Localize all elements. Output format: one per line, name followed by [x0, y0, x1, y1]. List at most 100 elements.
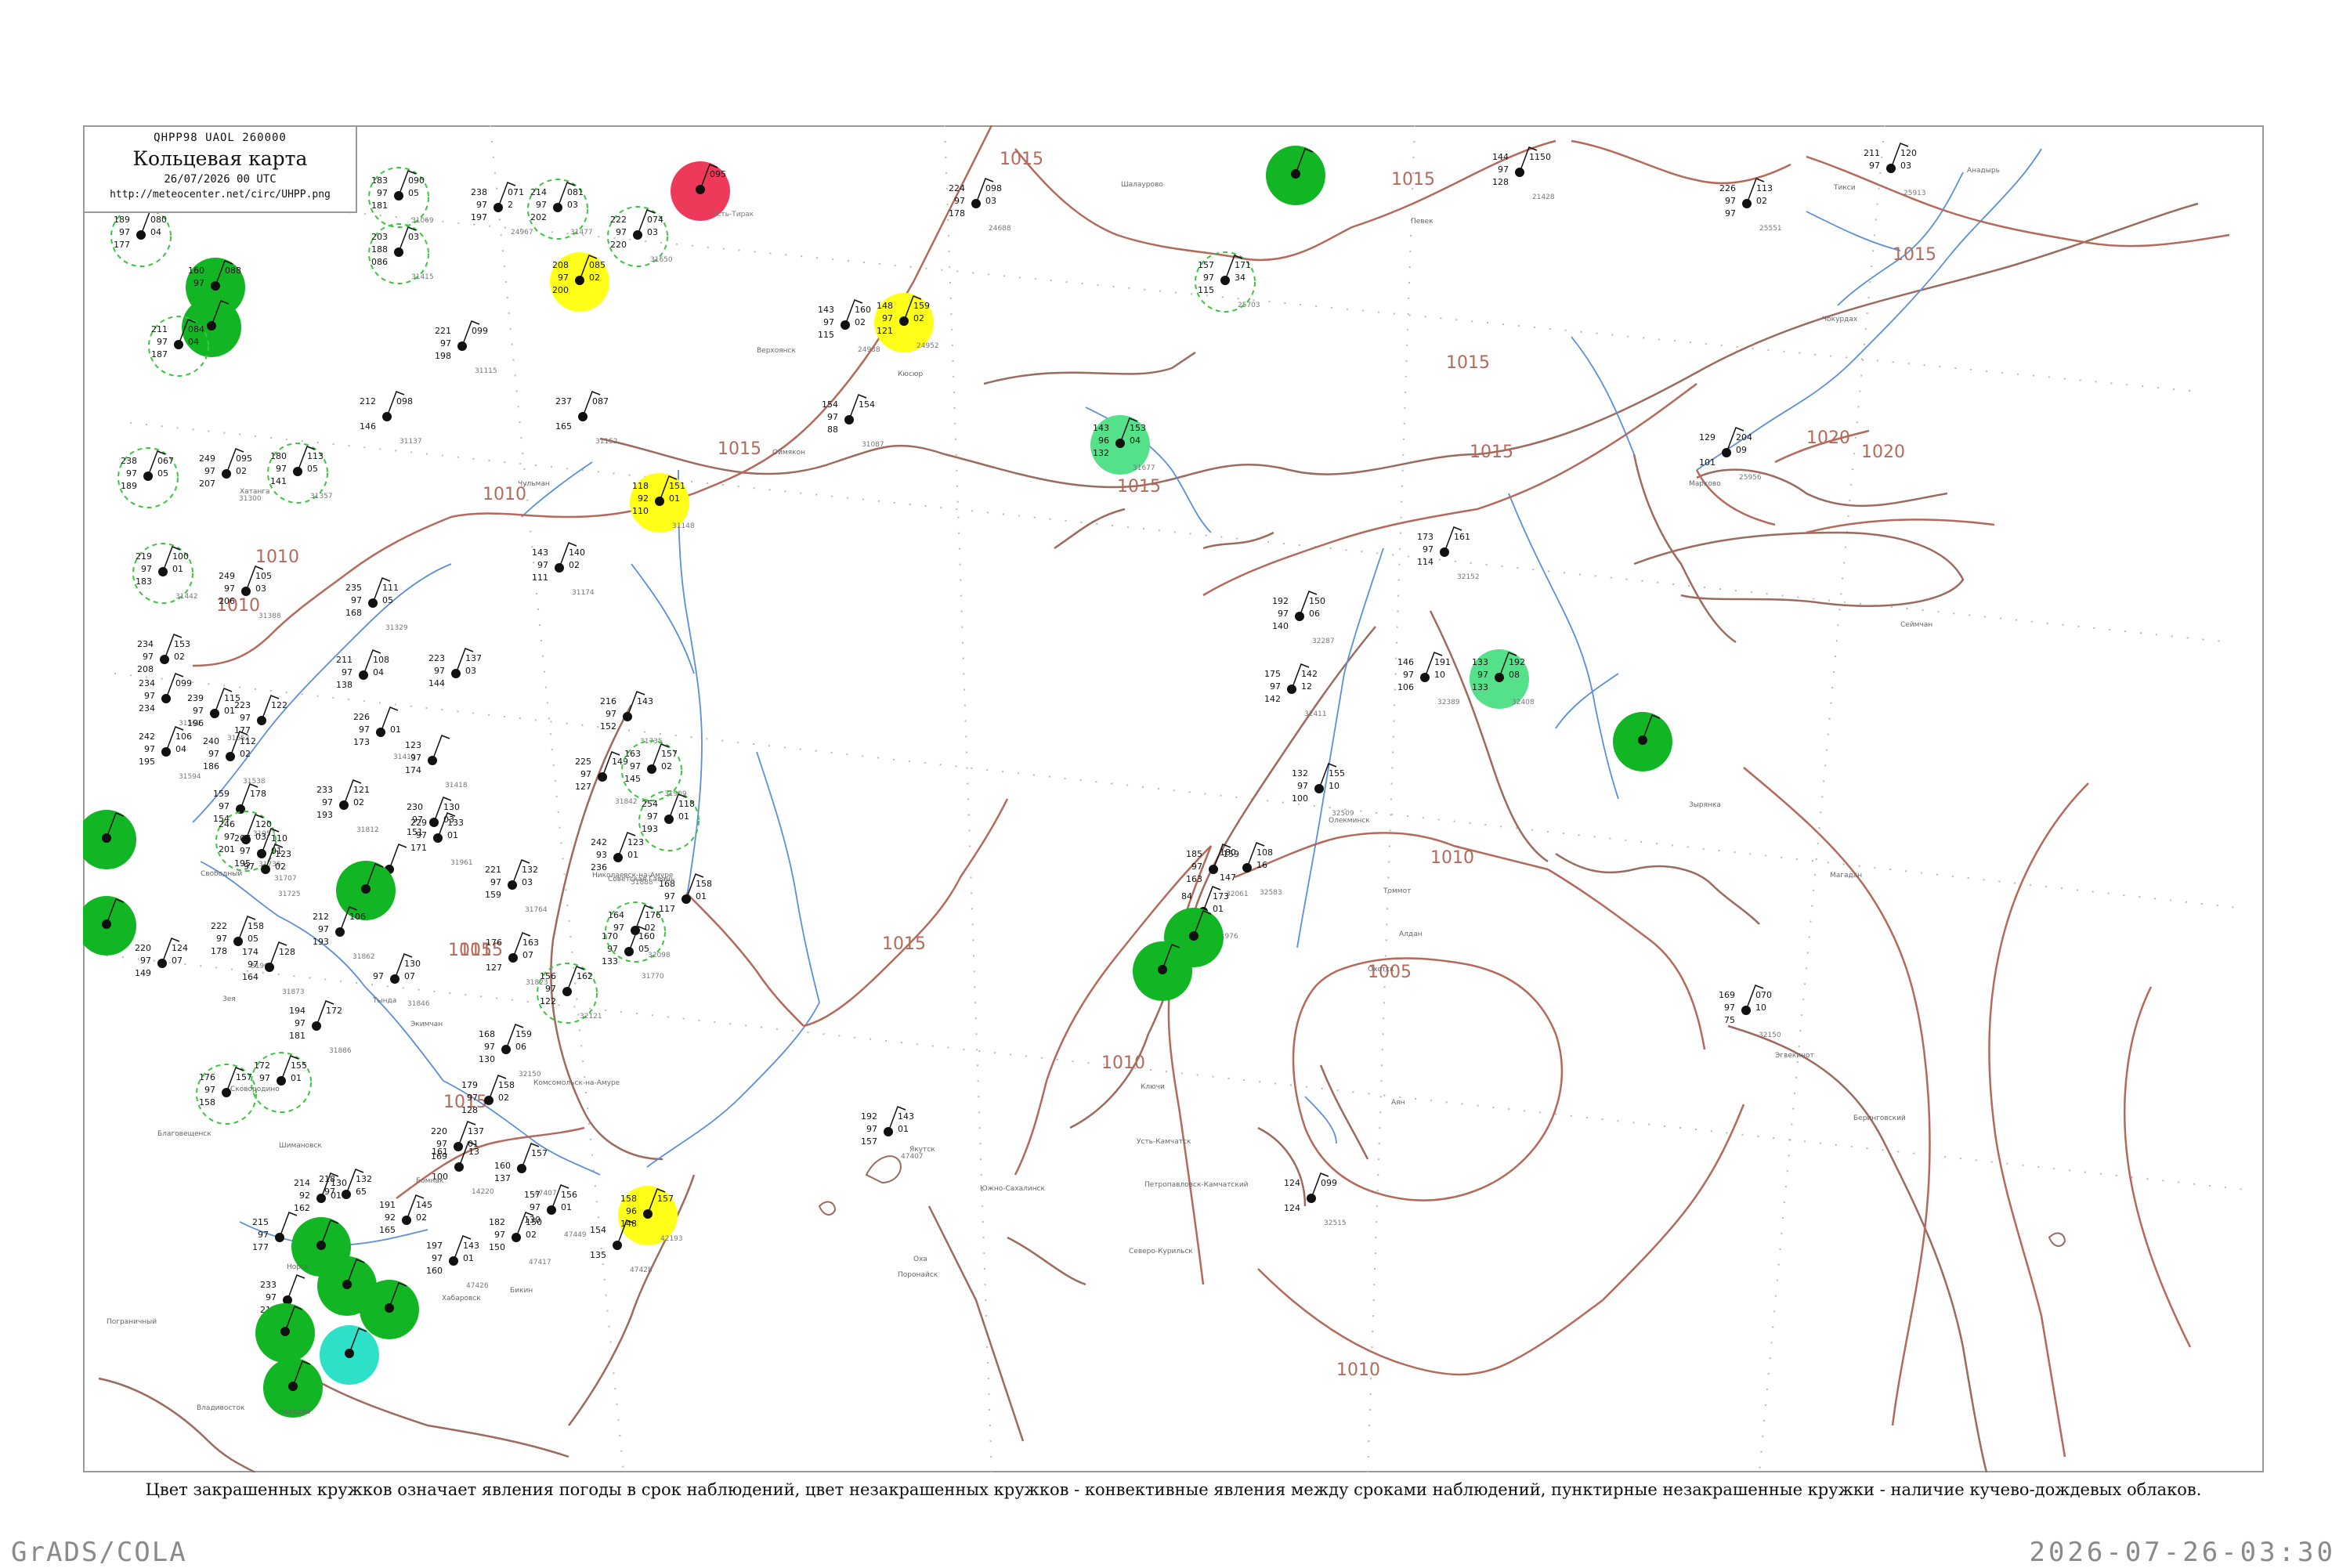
station-st-96[interactable]: 124 124 099 32515: [1284, 1172, 1347, 1227]
station-st-72[interactable]: 222971781580531961: [211, 916, 273, 970]
station-st-12[interactable]: 211 97 120 03 25913: [1864, 143, 1926, 197]
render-timestamp: 2026-07-26-03:30: [2029, 1537, 2336, 1568]
station-st-38[interactable]: 234 97 208 153 02: [137, 634, 190, 674]
station-st-19[interactable]: 143 97 115 160 02 24988: [818, 299, 880, 354]
station-value: 06: [1309, 609, 1320, 619]
station-st-41[interactable]: 175 97 142 142 12 32411: [1264, 663, 1327, 718]
station-value: 193: [642, 824, 658, 834]
source-url[interactable]: http://meteocenter.net/circ/UHPP.png: [85, 189, 356, 201]
station-st-39[interactable]: 211 97 138 108 04: [336, 649, 389, 690]
station-st-98[interactable]: 182 97 150 150 02 47417: [489, 1212, 551, 1266]
station-value: 97: [613, 923, 624, 933]
station-st-17[interactable]: 221 97 198 099 31115: [435, 320, 497, 375]
station-st-91[interactable]: 1611001314220: [432, 1141, 494, 1196]
station-st-97[interactable]: 191 92 165 145 02: [379, 1194, 432, 1235]
station-st-46[interactable]: 123 97 174 31418: [405, 735, 468, 789]
station-st-101[interactable]: 215 97 177: [252, 1212, 298, 1252]
station-st-99[interactable]: 197 97 160 143 01 47426: [426, 1235, 489, 1290]
station-value: 105: [255, 571, 272, 581]
station-value: 03: [465, 666, 476, 676]
station-st-73[interactable]: 220 97 149 124 07: [135, 938, 188, 978]
station-st-5[interactable]: 222 97 220 074 03 31650: [607, 206, 673, 267]
station-st-61[interactable]: 97 123 02 31725: [244, 844, 301, 898]
station-value: 177: [114, 240, 130, 250]
station-st-33[interactable]: 235 97 168 111 05 31329: [345, 577, 408, 632]
station-st-56[interactable]: 254 97 193 118 01: [638, 790, 700, 851]
synoptic-map[interactable]: 1015 1015 1015 1015 1015 1010 1010 1015 …: [83, 125, 2264, 1472]
station-st-2[interactable]: 203 188 086 03 31415: [368, 223, 434, 284]
station-st-62[interactable]: [385, 844, 407, 874]
station-st-59[interactable]: [83, 810, 136, 869]
station-st-84[interactable]: 168 97 130 159 06 32150: [479, 1024, 541, 1078]
station-st-18[interactable]: 148 97 121 159 02 24952: [874, 293, 939, 352]
station-value: 208: [552, 260, 569, 270]
station-st-8[interactable]: 224 97 178 098 03 24688: [949, 178, 1011, 233]
station-st-11[interactable]: 226 97 97 113 02 25551: [1719, 178, 1782, 233]
station-value: 97: [827, 412, 838, 422]
station-st-3[interactable]: 238 97 197 071 2 24967: [471, 182, 533, 237]
station-value: 07: [172, 956, 183, 966]
station-st-34[interactable]: 192 97 140 150 06 32287: [1272, 591, 1335, 645]
station-st-21[interactable]: 237 165 087 31152: [555, 391, 618, 446]
station-st-36[interactable]: 133 97 133 192 08 32408: [1470, 649, 1535, 709]
station-st-37[interactable]: [1613, 712, 1672, 771]
station-st-27[interactable]: 180 97 141 113 05 31357: [267, 443, 333, 504]
station-st-67[interactable]: 221 97 159 132 03 31764: [485, 859, 548, 914]
station-st-52[interactable]: 132971001551032509: [1292, 763, 1354, 818]
station-value: 160: [426, 1266, 443, 1276]
station-st-29[interactable]: 143 97 111 140 02 31174: [532, 542, 595, 597]
station-st-107[interactable]: [320, 1325, 379, 1385]
station-value: 154: [822, 399, 838, 410]
station-st-7[interactable]: 095 Усть-Тирак: [671, 161, 754, 221]
station-st-105[interactable]: [360, 1280, 419, 1339]
station-st-4[interactable]: 214 97 202 081 03 31477: [527, 179, 593, 240]
station-value: 02: [174, 652, 185, 662]
station-value: 97: [140, 956, 151, 966]
station-value: 96: [626, 1206, 637, 1216]
station-st-48[interactable]: 242 97 195 106 04 31594: [139, 726, 201, 781]
station-value: 128: [1492, 177, 1509, 187]
station-value: 132: [522, 865, 538, 875]
station-st-82[interactable]: 169 97 75 070 10 32150: [1719, 985, 1781, 1039]
station-st-74[interactable]: 174 97 164 128 31873: [242, 941, 305, 996]
place-name-label: Анадырь: [1967, 167, 2000, 175]
station-st-83[interactable]: 194 97 181 172 31886: [289, 1000, 352, 1055]
station-st-71[interactable]: 212 97 193 106 31862: [313, 906, 375, 961]
station-st-70[interactable]: [83, 896, 136, 956]
station-st-40[interactable]: 223 97 144 137 03: [428, 648, 482, 688]
station-st-dikson[interactable]: 189 97 177 080 04: [110, 206, 172, 267]
station-st-87[interactable]: 179 97 128 158 02: [461, 1075, 515, 1115]
station-st-86[interactable]: 176 97 158 157: [196, 1064, 257, 1125]
station-st-80[interactable]: [1133, 941, 1192, 1001]
station-st-28[interactable]: 118 92 110 151 01 31148: [630, 473, 695, 533]
place-name-label: Тикси: [1833, 184, 1856, 192]
station-index: 32515: [1324, 1219, 1347, 1227]
station-st-20[interactable]: 154 97 88 154 31087: [822, 394, 884, 449]
station-st-1[interactable]: 183 97 181 090 05 31069: [368, 167, 434, 228]
station-value: 130: [443, 802, 460, 812]
station-st-66[interactable]: [336, 861, 396, 920]
station-st-35[interactable]: 146 97 106 191 10 32389: [1397, 652, 1460, 706]
station-st-31[interactable]: 219 97 183 100 01 31442: [132, 543, 198, 604]
station-st-25[interactable]: 238 97 189 067 05: [118, 447, 179, 508]
station-st-10[interactable]: 144 97 128 1150 21428: [1492, 146, 1555, 201]
station-st-22[interactable]: 212 146 098 31137: [360, 391, 422, 446]
station-st-23[interactable]: 143 96 132 153 04 31677: [1090, 415, 1155, 475]
station-st-16[interactable]: 157 97 115 171 34 25703: [1195, 251, 1260, 313]
station-st-95[interactable]: 158 96 148 157 42193: [618, 1186, 683, 1245]
station-st-55[interactable]: 229 97 171 133 01 31961: [410, 812, 473, 867]
station-st-45[interactable]: 226971730131415: [353, 706, 416, 761]
station-value: 176: [486, 938, 502, 948]
station-st-64[interactable]: 1859716315932061: [1186, 844, 1249, 898]
station-st-85[interactable]: 172 97 155 01: [251, 1052, 312, 1113]
station-st-106[interactable]: [255, 1303, 315, 1363]
station-st-30[interactable]: 173 97 114 161 32152: [1417, 526, 1480, 581]
station-st-81[interactable]: 156 97 122 162 32121: [537, 963, 602, 1024]
station-st-6[interactable]: 208 97 200 085 02: [550, 252, 609, 312]
station-st-65[interactable]: 180 147 108 16 32583: [1220, 842, 1282, 897]
station-value: 195: [139, 757, 155, 767]
station-value: 03: [567, 200, 578, 210]
station-st-54[interactable]: 233 97 193 121 02 31812: [316, 779, 379, 834]
station-st-9[interactable]: [1266, 146, 1325, 205]
station-st-47[interactable]: 2169715214331735: [600, 691, 663, 746]
